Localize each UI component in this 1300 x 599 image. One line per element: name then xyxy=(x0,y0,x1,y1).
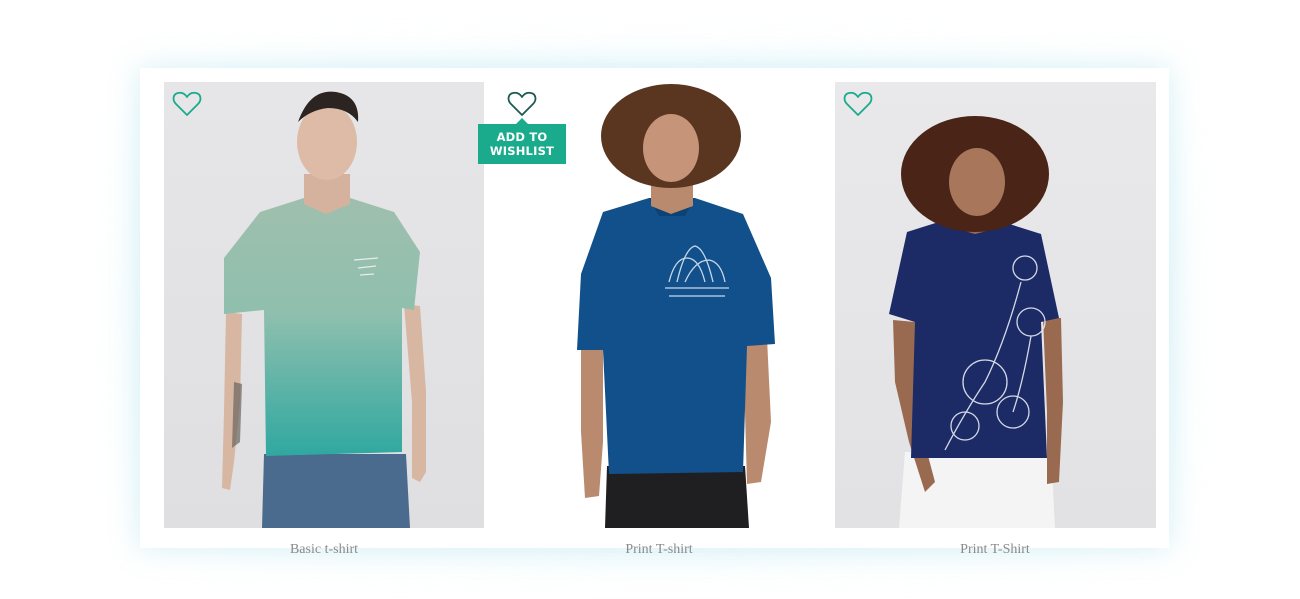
product-card-3[interactable] xyxy=(835,82,1156,528)
product-card-2[interactable] xyxy=(499,82,819,528)
product-title-1[interactable]: Basic t-shirt xyxy=(164,542,484,556)
wishlist-heart-icon[interactable] xyxy=(172,90,202,118)
product-title-2[interactable]: Print T-shirt xyxy=(499,542,819,556)
product-card-1[interactable] xyxy=(164,82,484,528)
wishlist-heart-icon[interactable] xyxy=(843,90,873,118)
wishlist-heart-icon[interactable] xyxy=(507,90,537,118)
product-image-1[interactable] xyxy=(164,82,484,528)
product-image-2[interactable] xyxy=(499,82,819,528)
product-image-3[interactable] xyxy=(835,82,1156,528)
product-grid: ADD TO WISHLIST Basic t-shirt Print T-sh… xyxy=(140,68,1169,556)
product-title-3[interactable]: Print T-Shirt xyxy=(835,542,1155,556)
